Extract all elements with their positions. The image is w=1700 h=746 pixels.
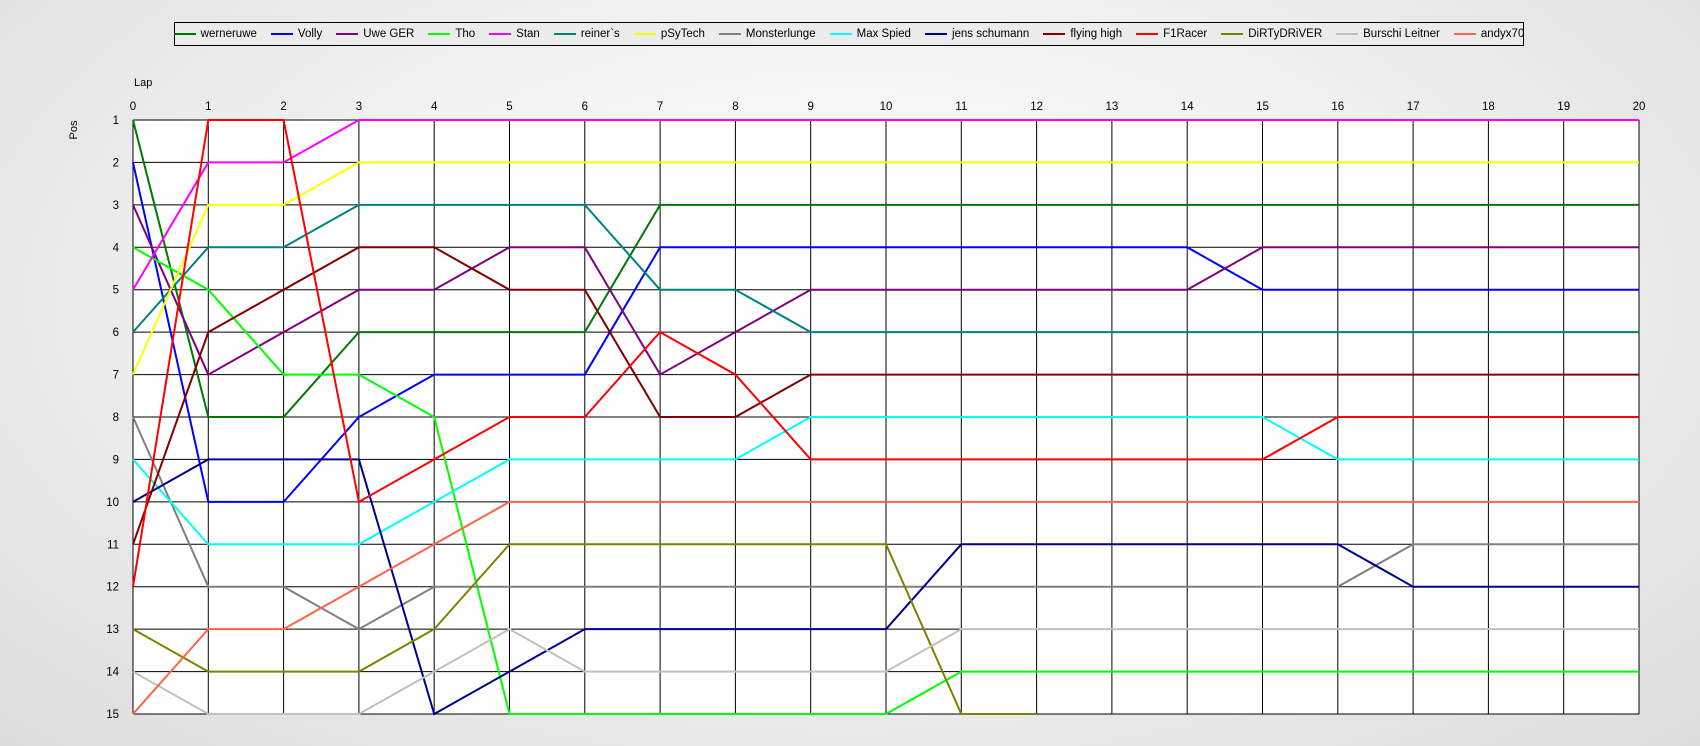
y-tick-label: 7 <box>113 370 119 382</box>
x-tick-label: 6 <box>582 101 588 113</box>
x-tick-label: 12 <box>1030 101 1043 113</box>
x-tick-label: 5 <box>506 101 512 113</box>
x-axis-label: Lap <box>134 77 152 89</box>
y-tick-label: 11 <box>107 539 119 551</box>
y-tick-label: 2 <box>113 157 119 169</box>
x-tick-label: 7 <box>657 101 663 113</box>
y-tick-label: 5 <box>113 285 119 297</box>
x-tick-label: 3 <box>356 101 362 113</box>
x-tick-label: 9 <box>807 101 813 113</box>
x-tick-label: 16 <box>1331 101 1344 113</box>
y-tick-label: 15 <box>106 709 119 721</box>
x-tick-label: 20 <box>1633 101 1646 113</box>
y-tick-label: 1 <box>113 115 119 127</box>
y-tick-label: 4 <box>113 242 120 254</box>
y-tick-label: 3 <box>113 200 119 212</box>
x-tick-label: 0 <box>130 101 136 113</box>
y-tick-label: 10 <box>106 497 119 509</box>
x-tick-label: 10 <box>880 101 893 113</box>
line-chart: 0 1 2 3 4 5 6 7 8 9 10 11 12 13 14 15 16 17 18 19 2012345678… <box>68 77 1646 721</box>
y-axis-label: Pos <box>68 120 80 139</box>
y-tick-label: 8 <box>113 412 119 424</box>
x-tick-label: 14 <box>1181 101 1194 113</box>
x-tick-label: 1 <box>205 101 211 113</box>
y-tick-label: 14 <box>106 667 119 679</box>
x-tick-label: 13 <box>1106 101 1119 113</box>
x-tick-label: 2 <box>280 101 286 113</box>
x-tick-label: 17 <box>1407 101 1420 113</box>
x-tick-label: 15 <box>1256 101 1269 113</box>
x-tick-label: 8 <box>732 101 738 113</box>
x-tick-label: 19 <box>1557 101 1570 113</box>
y-tick-label: 6 <box>113 327 119 339</box>
x-tick-label: 18 <box>1482 101 1495 113</box>
y-tick-label: 12 <box>106 582 119 594</box>
y-tick-label: 9 <box>113 454 119 466</box>
x-tick-label: 4 <box>431 101 438 113</box>
x-tick-label: 11 <box>955 101 967 113</box>
y-tick-label: 13 <box>106 624 119 636</box>
